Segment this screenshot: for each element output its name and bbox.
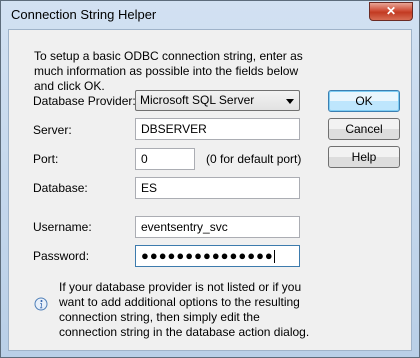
- dialog-client-area: To setup a basic ODBC connection string,…: [8, 29, 412, 351]
- provider-select[interactable]: Microsoft SQL Server: [135, 90, 300, 111]
- server-label: Server:: [33, 123, 72, 137]
- info-text: If your database provider is not listed …: [59, 280, 310, 339]
- text-caret: [273, 250, 275, 264]
- port-label: Port:: [33, 152, 59, 166]
- username-input[interactable]: eventsentry_svc: [135, 216, 300, 238]
- port-hint: (0 for default port): [206, 152, 302, 166]
- ok-button[interactable]: OK: [328, 90, 400, 112]
- chevron-down-icon: [286, 99, 294, 104]
- close-button[interactable]: ✕: [369, 2, 413, 21]
- username-label: Username:: [33, 220, 92, 234]
- window-title: Connection String Helper: [11, 7, 157, 22]
- server-input[interactable]: DBSERVER: [135, 118, 300, 140]
- password-label: Password:: [33, 249, 90, 263]
- provider-label: Database Provider:: [33, 94, 136, 108]
- database-input[interactable]: ES: [135, 177, 300, 199]
- close-icon: ✕: [385, 4, 397, 18]
- cancel-button[interactable]: Cancel: [328, 118, 400, 140]
- database-label: Database:: [33, 181, 88, 195]
- info-icon: [34, 297, 48, 311]
- intro-text: To setup a basic ODBC connection string,…: [34, 49, 303, 93]
- password-input[interactable]: ●●●●●●●●●●●●●●●: [135, 245, 300, 267]
- help-button[interactable]: Help: [328, 146, 400, 168]
- dialog-window: Connection String Helper ✕ To setup a ba…: [0, 0, 420, 358]
- port-input[interactable]: 0: [135, 148, 195, 170]
- provider-select-value: Microsoft SQL Server: [140, 93, 255, 107]
- password-mask: ●●●●●●●●●●●●●●●: [141, 248, 274, 263]
- title-bar[interactable]: Connection String Helper ✕: [1, 1, 419, 28]
